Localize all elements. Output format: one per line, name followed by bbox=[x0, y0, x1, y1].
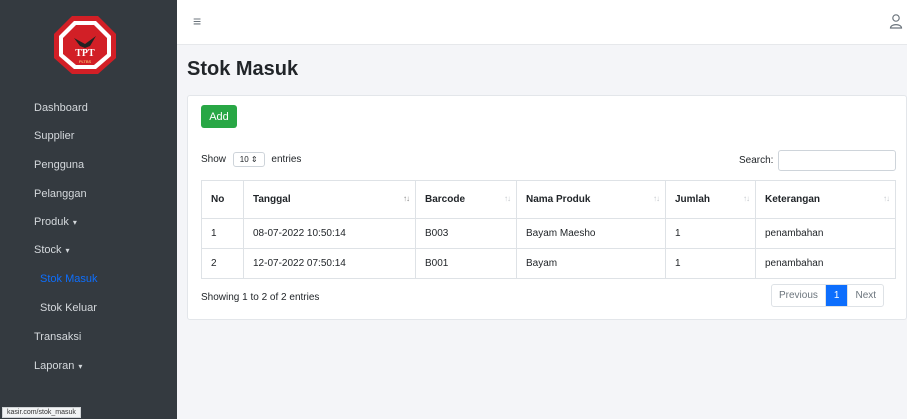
status-bar-url: kasir.com/stok_masuk bbox=[2, 407, 81, 418]
cell-keterangan: penambahan bbox=[755, 218, 896, 249]
sort-icon: ↑↓ bbox=[883, 194, 890, 203]
sidebar-item-stock[interactable]: Stock ▾ bbox=[34, 244, 70, 256]
logo-subtext: PLTBS bbox=[79, 59, 92, 64]
table-row: 2 12-07-2022 07:50:14 B001 Bayam 1 penam… bbox=[201, 248, 896, 279]
sidebar-item-label: Dashboard bbox=[34, 102, 88, 114]
sidebar-item-laporan[interactable]: Laporan ▾ bbox=[34, 360, 82, 372]
table-header-row: No Tanggal ↑↓ Barcode ↑↓ Nama Produk ↑↓ Jum… bbox=[201, 180, 896, 219]
cell-barcode: B003 bbox=[415, 218, 517, 249]
cell-nama-produk: Bayam bbox=[516, 248, 666, 279]
column-header-no[interactable]: No bbox=[201, 180, 244, 219]
entries-label: entries bbox=[271, 154, 302, 166]
sidebar-item-supplier[interactable]: Supplier bbox=[34, 130, 74, 142]
chevron-down-icon: ▾ bbox=[78, 362, 83, 371]
sidebar: TPT PLTBS Dashboard Supplier Pengguna Pe… bbox=[0, 0, 177, 419]
entries-length-control: Show 10 ⇕ entries bbox=[201, 152, 301, 167]
logo-text: TPT bbox=[75, 48, 95, 59]
sidebar-item-stok-masuk[interactable]: Stok Masuk bbox=[40, 273, 97, 285]
entries-select-value: 10 bbox=[239, 155, 249, 164]
next-button[interactable]: Next bbox=[847, 285, 883, 306]
sort-icon: ↑↓ bbox=[504, 194, 511, 203]
sort-icon: ↑↓ bbox=[743, 194, 750, 203]
sidebar-item-pelanggan[interactable]: Pelanggan bbox=[34, 188, 87, 200]
sidebar-item-label: Stok Masuk bbox=[40, 273, 98, 285]
user-icon[interactable] bbox=[889, 13, 903, 29]
sidebar-item-produk[interactable]: Produk ▾ bbox=[34, 216, 77, 228]
sidebar-item-label: Supplier bbox=[34, 130, 75, 142]
cell-nama-produk: Bayam Maesho bbox=[516, 218, 666, 249]
sidebar-item-stok-keluar[interactable]: Stok Keluar bbox=[40, 302, 97, 314]
table-row: 1 08-07-2022 10:50:14 B003 Bayam Maesho … bbox=[201, 218, 896, 249]
sidebar-item-label: Laporan bbox=[34, 360, 75, 372]
column-header-barcode[interactable]: Barcode ↑↓ bbox=[415, 180, 517, 219]
sidebar-item-label: Pengguna bbox=[34, 159, 85, 171]
cell-tanggal: 12-07-2022 07:50:14 bbox=[243, 248, 416, 279]
stock-in-card: Add Show 10 ⇕ entries Search: No Tanggal… bbox=[187, 95, 907, 320]
sidebar-item-label: Pelanggan bbox=[34, 188, 87, 200]
search-input[interactable] bbox=[778, 150, 896, 171]
chevron-down-icon: ▾ bbox=[65, 246, 70, 255]
sort-icon: ↑↓ bbox=[403, 194, 410, 203]
chevron-down-icon: ▾ bbox=[72, 218, 77, 227]
add-button[interactable]: Add bbox=[201, 105, 237, 128]
page-button-1[interactable]: 1 bbox=[825, 285, 848, 306]
cell-tanggal: 08-07-2022 10:50:14 bbox=[243, 218, 416, 249]
sort-icon: ↑↓ bbox=[653, 194, 660, 203]
sidebar-item-label: Produk bbox=[34, 216, 69, 228]
sidebar-item-label: Stok Keluar bbox=[40, 302, 97, 314]
previous-button[interactable]: Previous bbox=[772, 285, 826, 306]
sidebar-item-label: Stock bbox=[34, 244, 62, 256]
stock-in-table: No Tanggal ↑↓ Barcode ↑↓ Nama Produk ↑↓ Jum… bbox=[201, 180, 896, 279]
column-header-jumlah[interactable]: Jumlah ↑↓ bbox=[665, 180, 756, 219]
top-navbar: ≡ bbox=[177, 0, 907, 45]
sidebar-item-dashboard[interactable]: Dashboard bbox=[34, 102, 88, 114]
brand-logo[interactable]: TPT PLTBS bbox=[52, 14, 118, 76]
entries-select[interactable]: 10 ⇕ bbox=[232, 152, 265, 167]
cell-jumlah: 1 bbox=[665, 218, 756, 249]
cell-keterangan: penambahan bbox=[755, 248, 896, 279]
search-label: Search: bbox=[739, 155, 774, 166]
cell-jumlah: 1 bbox=[665, 248, 756, 279]
cell-no: 1 bbox=[201, 218, 244, 249]
column-header-keterangan[interactable]: Keterangan ↑↓ bbox=[755, 180, 896, 219]
column-header-nama-produk[interactable]: Nama Produk ↑↓ bbox=[516, 180, 666, 219]
table-info: Showing 1 to 2 of 2 entries bbox=[201, 292, 320, 303]
pagination: Previous 1 Next bbox=[771, 284, 885, 307]
show-label: Show bbox=[201, 154, 227, 166]
sidebar-item-transaksi[interactable]: Transaksi bbox=[34, 331, 81, 343]
page-title: Stok Masuk bbox=[187, 58, 299, 80]
sidebar-item-pengguna[interactable]: Pengguna bbox=[34, 159, 84, 171]
column-header-tanggal[interactable]: Tanggal ↑↓ bbox=[243, 180, 416, 219]
sidebar-item-label: Transaksi bbox=[34, 331, 82, 343]
hamburger-menu-icon[interactable]: ≡ bbox=[193, 13, 201, 29]
cell-no: 2 bbox=[201, 248, 244, 279]
cell-barcode: B001 bbox=[415, 248, 517, 279]
